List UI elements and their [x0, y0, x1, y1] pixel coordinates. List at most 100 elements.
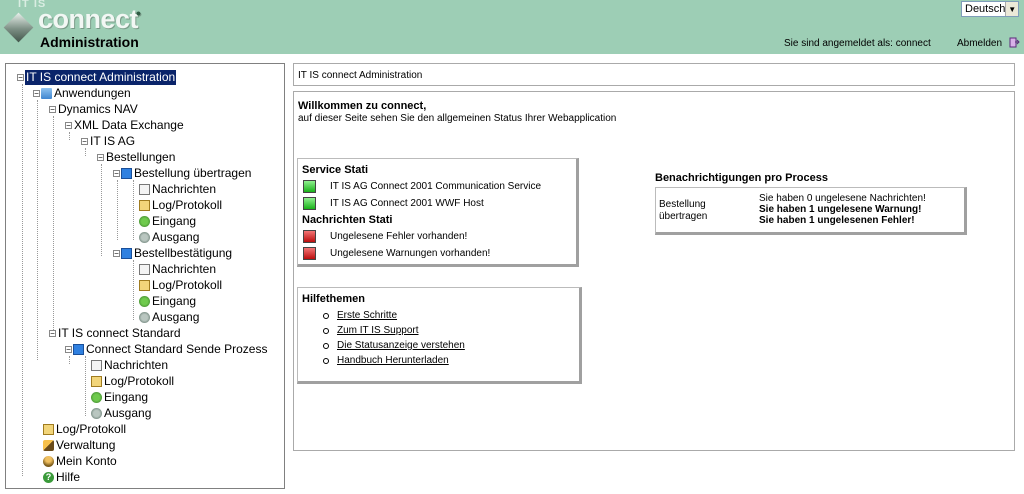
log-icon	[139, 280, 150, 291]
tree-node-root[interactable]: − IT IS connect Administration	[17, 70, 177, 85]
tree-node-label: Connect Standard Sende Prozess	[86, 342, 268, 356]
status-green-icon	[303, 180, 316, 193]
collapse-toggle-icon[interactable]: −	[81, 138, 88, 146]
help-links: Erste Schritte Zum IT IS Support Die Sta…	[323, 308, 465, 368]
language-value: Deutsch	[965, 3, 1006, 15]
notification-messages: Sie haben 0 ungelesene Nachrichten!	[759, 193, 926, 204]
tree-node-label: Ausgang	[104, 406, 152, 420]
status-green-icon	[303, 197, 316, 210]
tree-node-verwaltung[interactable]: Verwaltung	[43, 438, 116, 453]
tree-connector	[22, 84, 23, 476]
notifications-title: Benachrichtigungen pro Process	[655, 172, 828, 184]
logout-link[interactable]: Abmelden	[957, 38, 1002, 49]
logo-diamond-icon	[3, 12, 34, 43]
tree-node-xml-data-exchange[interactable]: − XML Data Exchange	[65, 118, 185, 133]
collapse-toggle-icon[interactable]: −	[49, 330, 56, 338]
tree-connector	[133, 260, 134, 320]
user-icon	[43, 456, 54, 467]
tree-node-hilfe[interactable]: ? Hilfe	[43, 470, 81, 485]
message-icon	[139, 184, 150, 195]
tree-node-ausgang[interactable]: Ausgang	[139, 310, 200, 325]
tree-node-nachrichten[interactable]: Nachrichten	[139, 262, 217, 277]
collapse-toggle-icon[interactable]: −	[113, 170, 120, 178]
tree-node-label: Ausgang	[152, 310, 200, 324]
tree-node-log-protokoll-root[interactable]: Log/Protokoll	[43, 422, 127, 437]
collapse-toggle-icon[interactable]: −	[65, 122, 72, 130]
tree-node-eingang[interactable]: Eingang	[139, 294, 197, 309]
tree-node-it-is-connect-standard[interactable]: − IT IS connect Standard	[49, 326, 182, 341]
tree-node-nachrichten[interactable]: Nachrichten	[91, 358, 169, 373]
inbox-icon	[139, 216, 150, 227]
collapse-toggle-icon[interactable]: −	[17, 74, 24, 82]
message-status-label: Ungelesene Fehler vorhanden!	[330, 231, 468, 242]
tree-node-log-protokoll[interactable]: Log/Protokoll	[139, 198, 223, 213]
tree-connector	[85, 148, 86, 156]
tree-node-label: Log/Protokoll	[56, 422, 127, 436]
tree-connector	[85, 356, 86, 416]
tree-node-mein-konto[interactable]: Mein Konto	[43, 454, 118, 469]
help-list-item: Handbuch Herunterladen	[323, 353, 465, 368]
tree-node-bestellungen[interactable]: − Bestellungen	[97, 150, 176, 165]
tree-node-label: Ausgang	[152, 230, 200, 244]
tree-node-log-protokoll[interactable]: Log/Protokoll	[91, 374, 175, 389]
tree-node-label: Eingang	[152, 294, 197, 308]
outbox-icon	[139, 232, 150, 243]
tree-connector	[37, 100, 38, 360]
tree-node-dynamics-nav[interactable]: − Dynamics NAV	[49, 102, 139, 117]
help-link-erste-schritte[interactable]: Erste Schritte	[337, 310, 397, 321]
tree-node-label: Nachrichten	[152, 262, 217, 276]
log-icon	[91, 376, 102, 387]
outbox-icon	[91, 408, 102, 419]
tree-node-ausgang[interactable]: Ausgang	[139, 230, 200, 245]
help-link-statusanzeige[interactable]: Die Statusanzeige verstehen	[337, 340, 465, 351]
tree-node-label: IT IS connect Administration	[25, 70, 177, 85]
tree-connector	[133, 180, 134, 240]
collapse-toggle-icon[interactable]: −	[33, 90, 40, 98]
logo-subtitle: Administration	[40, 34, 139, 50]
tree-node-ausgang[interactable]: Ausgang	[91, 406, 152, 421]
logout-door-icon[interactable]	[1009, 37, 1020, 48]
tree-node-sende-prozess[interactable]: − Connect Standard Sende Prozess	[65, 342, 268, 357]
tree-node-log-protokoll[interactable]: Log/Protokoll	[139, 278, 223, 293]
help-list-item: Erste Schritte	[323, 308, 465, 323]
notification-warnings: Sie haben 1 ungelesene Warnung!	[759, 204, 922, 215]
tree-node-nachrichten[interactable]: Nachrichten	[139, 182, 217, 197]
help-icon: ?	[43, 472, 54, 483]
service-status-label: IT IS AG Connect 2001 Communication Serv…	[330, 181, 542, 192]
collapse-toggle-icon[interactable]: −	[65, 346, 72, 354]
message-status-row: Ungelesene Warnungen vorhanden!	[303, 247, 490, 260]
help-list-item: Die Statusanzeige verstehen	[323, 338, 465, 353]
tools-icon	[43, 440, 54, 451]
tree-connector	[117, 180, 118, 240]
message-status-row: Ungelesene Fehler vorhanden!	[303, 230, 467, 243]
tree-node-bestellung-uebertragen[interactable]: − Bestellung übertragen	[113, 166, 252, 181]
collapse-toggle-icon[interactable]: −	[113, 250, 120, 258]
logo-brand-text: connect	[38, 4, 139, 34]
collapse-toggle-icon[interactable]: −	[97, 154, 104, 162]
tree-node-label: Nachrichten	[104, 358, 169, 372]
inbox-icon	[91, 392, 102, 403]
logo-dot-icon: •	[136, 5, 141, 21]
process-icon	[121, 168, 132, 179]
tree-node-eingang[interactable]: Eingang	[91, 390, 149, 405]
message-icon	[91, 360, 102, 371]
language-select[interactable]: Deutsch ▼	[961, 1, 1019, 17]
welcome-title: Willkommen zu connect,	[298, 100, 427, 112]
tree-node-bestellbestaetigung[interactable]: − Bestellbestätigung	[113, 246, 233, 261]
help-title: Hilfethemen	[302, 293, 365, 305]
dropdown-arrow-icon[interactable]: ▼	[1005, 2, 1018, 16]
dashboard-panel: Willkommen zu connect, auf dieser Seite …	[293, 91, 1015, 451]
tree-node-label: Log/Protokoll	[104, 374, 175, 388]
tree-node-label: Eingang	[152, 214, 197, 228]
tree-node-it-is-ag[interactable]: − IT IS AG	[81, 134, 136, 149]
help-link-handbuch[interactable]: Handbuch Herunterladen	[337, 355, 449, 366]
tree-node-label: Verwaltung	[56, 438, 116, 452]
folder-icon	[41, 88, 52, 99]
service-status-label: IT IS AG Connect 2001 WWF Host	[330, 198, 484, 209]
status-panel: Service Stati IT IS AG Connect 2001 Comm…	[297, 158, 579, 267]
collapse-toggle-icon[interactable]: −	[49, 106, 56, 114]
tree-node-anwendungen[interactable]: − Anwendungen	[33, 86, 132, 101]
tree-node-eingang[interactable]: Eingang	[139, 214, 197, 229]
help-link-support[interactable]: Zum IT IS Support	[337, 325, 419, 336]
tree-node-label: Nachrichten	[152, 182, 217, 196]
